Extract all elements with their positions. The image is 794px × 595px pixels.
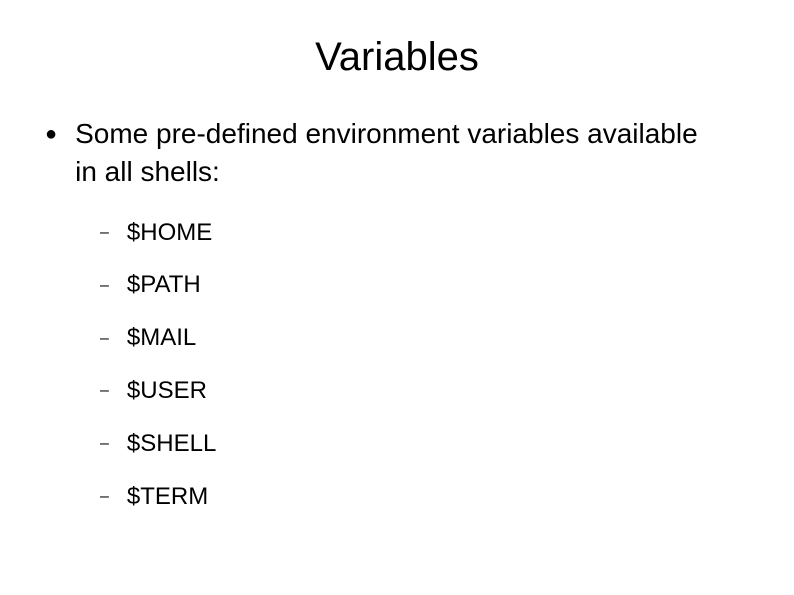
dash-icon: – — [100, 331, 109, 347]
variable-name: $PATH — [127, 271, 201, 300]
list-item: – $MAIL — [100, 324, 754, 353]
list-item: – $TERM — [100, 483, 754, 512]
bullet-icon: ● — [45, 124, 57, 144]
variable-name: $MAIL — [127, 324, 196, 353]
dash-icon: – — [100, 489, 109, 505]
dash-icon: – — [100, 383, 109, 399]
variable-name: $SHELL — [127, 430, 216, 459]
slide-container: Variables ● Some pre-defined environment… — [0, 0, 794, 595]
main-bullet-text: Some pre-defined environment variables a… — [75, 115, 715, 191]
list-item: – $USER — [100, 377, 754, 406]
main-bullet-item: ● Some pre-defined environment variables… — [45, 115, 754, 191]
list-item: – $SHELL — [100, 430, 754, 459]
variable-name: $TERM — [127, 483, 208, 512]
slide-title: Variables — [40, 35, 754, 80]
list-item: – $HOME — [100, 219, 754, 248]
dash-icon: – — [100, 225, 109, 241]
dash-icon: – — [100, 436, 109, 452]
variable-name: $USER — [127, 377, 207, 406]
variable-name: $HOME — [127, 219, 212, 248]
sub-list: – $HOME – $PATH – $MAIL – $USER – $SHELL… — [100, 219, 754, 512]
list-item: – $PATH — [100, 271, 754, 300]
dash-icon: – — [100, 278, 109, 294]
